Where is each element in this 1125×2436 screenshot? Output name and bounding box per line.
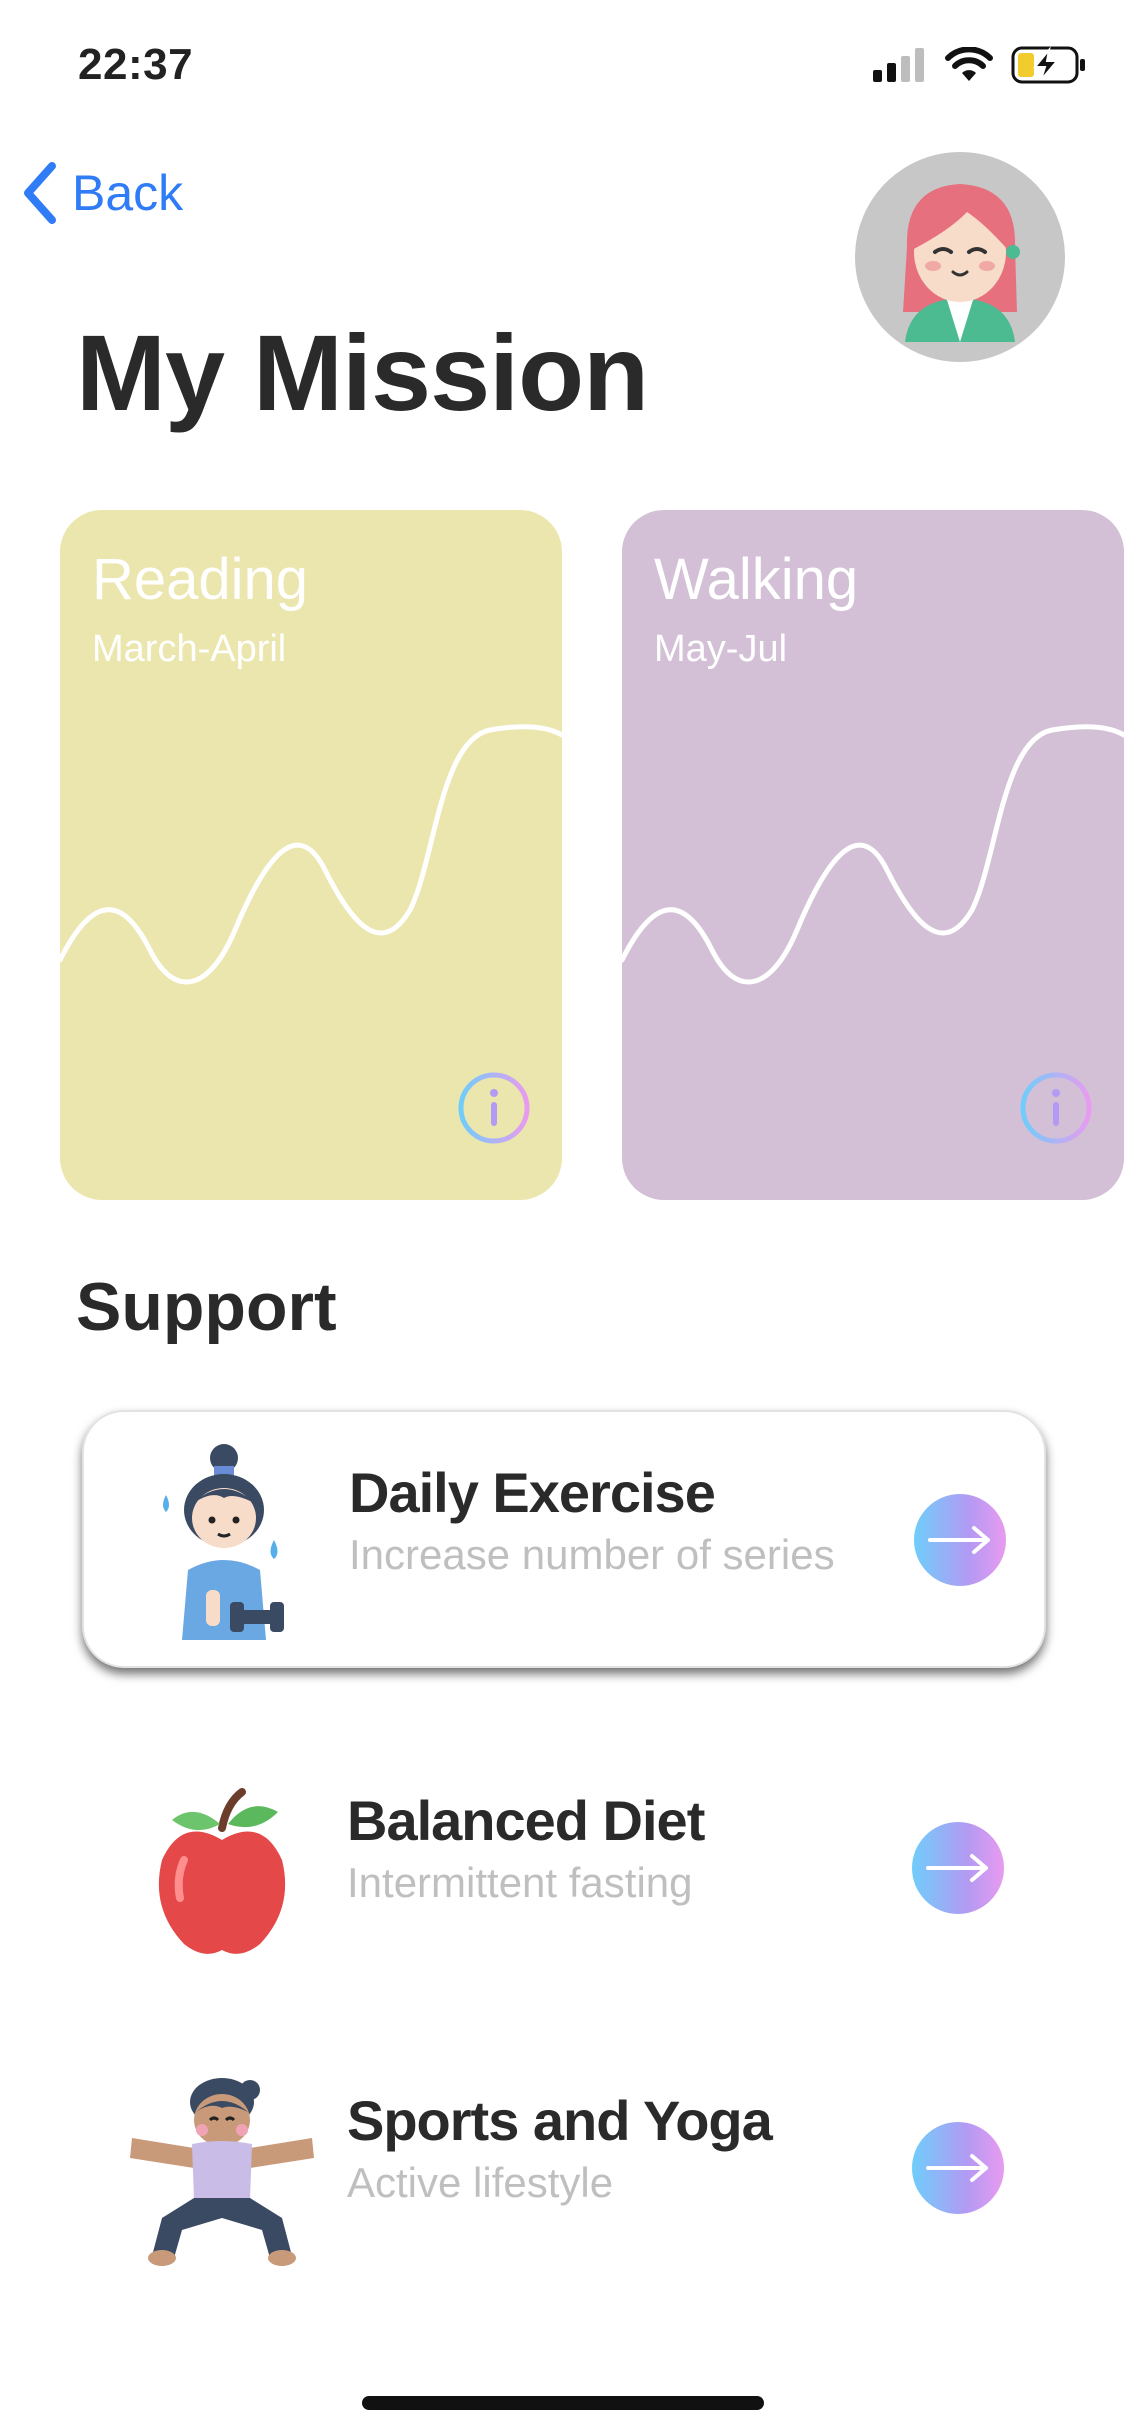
support-item-subtitle: Active lifestyle bbox=[347, 2159, 614, 2206]
apple-icon bbox=[158, 1788, 286, 1954]
support-item-balanced-diet[interactable]: Balanced Diet Intermittent fasting bbox=[82, 1740, 1042, 1994]
arrow-right-icon bbox=[926, 1854, 988, 1882]
avatar[interactable] bbox=[855, 152, 1065, 362]
exercise-girl-icon bbox=[163, 1444, 284, 1640]
arrow-right-icon bbox=[926, 2154, 988, 2182]
support-item-sports-yoga[interactable]: Sports and Yoga Active lifestyle bbox=[82, 2040, 1042, 2294]
back-button[interactable]: Back bbox=[22, 162, 183, 224]
support-item-subtitle: Increase number of series bbox=[349, 1531, 835, 1578]
back-label: Back bbox=[72, 165, 184, 221]
arrow-right-button[interactable] bbox=[912, 1822, 1004, 1914]
mission-card-walking[interactable]: Walking May-Jul bbox=[622, 510, 1124, 1200]
support-item-title: Sports and Yoga bbox=[347, 2089, 773, 2152]
yoga-girl-icon bbox=[130, 2078, 314, 2266]
support-item-daily-exercise[interactable]: Daily Exercise Increase number of series bbox=[82, 1410, 1046, 1668]
chevron-left-icon bbox=[24, 162, 56, 224]
user-avatar-icon bbox=[903, 184, 1020, 342]
section-title-support: Support bbox=[76, 1269, 337, 1345]
home-indicator[interactable] bbox=[362, 2396, 764, 2410]
mission-card-reading[interactable]: Reading March-April bbox=[60, 510, 562, 1200]
status-time: 22:37 bbox=[78, 40, 194, 89]
mission-title: Reading bbox=[92, 547, 309, 612]
arrow-right-button[interactable] bbox=[914, 1494, 1006, 1586]
arrow-right-button[interactable] bbox=[912, 2122, 1004, 2214]
support-item-title: Balanced Diet bbox=[347, 1789, 705, 1852]
mission-period: March-April bbox=[92, 628, 287, 670]
mission-title: Walking bbox=[654, 547, 859, 612]
status-icons bbox=[873, 46, 1087, 84]
info-icon[interactable] bbox=[1018, 1070, 1094, 1146]
support-item-title: Daily Exercise bbox=[349, 1461, 716, 1524]
wifi-icon bbox=[945, 47, 993, 81]
battery-charging-icon bbox=[1011, 46, 1085, 84]
cellular-signal-icon bbox=[873, 48, 924, 82]
mission-period: May-Jul bbox=[654, 628, 788, 670]
info-icon[interactable] bbox=[456, 1070, 532, 1146]
arrow-right-icon bbox=[928, 1526, 990, 1554]
page-title: My Mission bbox=[76, 312, 649, 433]
support-item-subtitle: Intermittent fasting bbox=[347, 1859, 693, 1906]
